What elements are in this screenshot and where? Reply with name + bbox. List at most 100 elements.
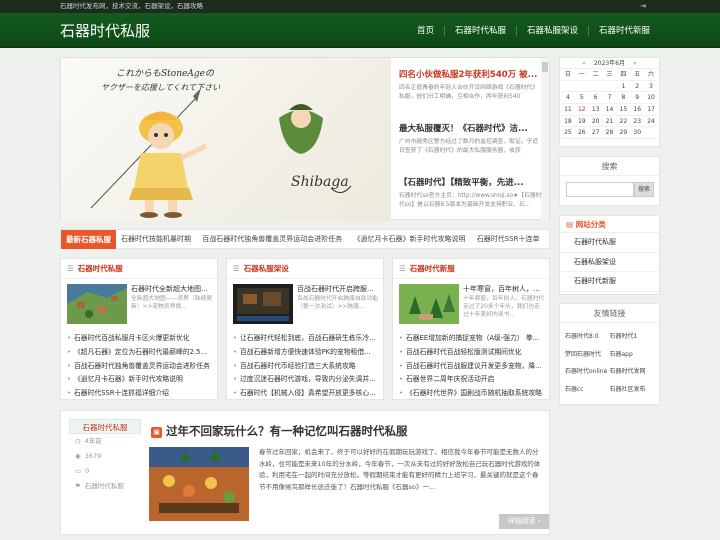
list-item[interactable]: 百战石器新增方便快速体验PK的宠物租借... — [233, 346, 377, 360]
search-button[interactable]: 搜索 — [634, 182, 654, 197]
list-item[interactable]: 《超凡石器》定位为石器时代最巅峰的2.5+... — [67, 346, 211, 360]
friend-link[interactable]: 石器时代8.0 — [565, 328, 610, 346]
category-title[interactable]: 石器时代私服 — [78, 264, 123, 273]
calendar-day[interactable]: 24 — [644, 116, 658, 128]
featured-thumbnail[interactable] — [67, 284, 127, 324]
login-icon[interactable]: ⇥ — [640, 0, 646, 13]
list-item[interactable]: 《石器时代世界》国剧战币随机抽取系统攻略 — [399, 387, 543, 401]
calendar-day[interactable]: 23 — [630, 116, 645, 128]
friend-link[interactable]: 石器时代1 — [610, 328, 655, 346]
site-category-item[interactable]: 石器时代私服 — [560, 233, 659, 253]
featured-post[interactable]: 百战石器时代开启跨服... 百战石器时代开启跨服自助功能（第一次测试）>>跨服.… — [233, 284, 379, 328]
list-item[interactable]: 过度沉迷石器时代游戏，导致内分泌失调并... — [233, 373, 377, 387]
tag-text[interactable]: 石器时代私服 — [85, 482, 124, 490]
ticker-item[interactable]: 石器时代技能机暴时期 — [121, 235, 191, 243]
calendar-day[interactable]: 11 — [561, 104, 575, 116]
slide-item[interactable]: 四名小伙做私服2年获利540万 被... 四名正值青春的年轻人合伙开设网络游戏《… — [399, 58, 543, 112]
calendar-day[interactable]: 6 — [588, 92, 603, 105]
slide-title[interactable]: 四名小伙做私服2年获利540万 被... — [399, 68, 543, 80]
slide-item[interactable]: 【石器时代】【精致平衡，先进... 石器时代so官方主页：http://www.… — [399, 166, 543, 220]
slider-scrollbar[interactable] — [541, 58, 549, 221]
list-item[interactable]: 石器时代SSR十连抓福详细介绍 — [67, 387, 211, 401]
ticker-item[interactable]: 石器时代SSR十连单 — [477, 235, 540, 243]
calendar-day[interactable]: 19 — [574, 116, 589, 128]
calendar-day[interactable]: 10 — [644, 92, 658, 105]
calendar-day[interactable]: 12 — [574, 104, 589, 116]
slide-title[interactable]: 【石器时代】【精致平衡，先进... — [399, 176, 543, 188]
nav-server-setup[interactable]: 石器私服架设 — [515, 25, 588, 36]
calendar-day[interactable]: 28 — [602, 127, 617, 140]
category-header[interactable]: ☰ 石器时代私服 — [61, 259, 217, 279]
friend-link[interactable]: 石器app — [610, 346, 655, 364]
featured-title[interactable]: 十年寒窗，百年树人，... — [463, 284, 545, 294]
calendar-day[interactable]: 22 — [616, 116, 631, 128]
calendar-day[interactable]: 1 — [616, 81, 631, 93]
calendar-day[interactable]: 8 — [616, 92, 631, 105]
calendar-day[interactable]: 18 — [561, 116, 575, 128]
category-title[interactable]: 石器私服架设 — [244, 264, 289, 273]
read-more-button[interactable]: 详细阅读 › — [499, 514, 549, 529]
calendar-day[interactable]: 26 — [574, 127, 589, 140]
calendar-day[interactable]: 27 — [588, 127, 603, 140]
site-category-item[interactable]: 石器时代新服 — [560, 272, 659, 292]
category-header[interactable]: ☰ 石器私服架设 — [227, 259, 383, 279]
category-header[interactable]: ☰ 石器时代新服 — [393, 259, 549, 279]
calendar-day[interactable]: 15 — [616, 104, 631, 116]
calendar-day[interactable]: 16 — [630, 104, 645, 116]
slide-title[interactable]: 最大私服覆灭！《石器时代》洁... — [399, 122, 543, 134]
calendar-day[interactable]: 4 — [561, 92, 575, 105]
calendar-day[interactable]: 25 — [561, 127, 575, 140]
friend-link[interactable]: 梦回石器时代 — [565, 346, 610, 364]
slide-image[interactable]: これからもStoneAgeの ヤクザーを応援してくれて下さい Shibaga — [61, 58, 391, 221]
list-item[interactable]: 《逍忆月卡石器》新手时代攻略说明 — [67, 373, 211, 387]
article-title[interactable]: ▣ 过年不回家玩什么？有一种记忆叫石器时代私服 — [151, 423, 541, 439]
featured-title[interactable]: 石器时代全新超大地图... — [131, 284, 213, 294]
calendar-day[interactable]: 7 — [602, 92, 617, 105]
article-image[interactable] — [149, 447, 249, 521]
nav-private-server[interactable]: 石器时代私服 — [443, 25, 516, 36]
list-item[interactable]: 百战石器时代币经验打造三大系统攻略 — [233, 360, 377, 374]
calendar-day[interactable]: 29 — [616, 127, 631, 140]
search-input[interactable] — [566, 182, 634, 197]
calendar-day[interactable]: 17 — [644, 104, 658, 116]
calendar-day[interactable]: 5 — [574, 92, 589, 105]
category-title[interactable]: 石器时代新服 — [410, 264, 455, 273]
scroll-thumb[interactable] — [542, 62, 548, 72]
site-category-item[interactable]: 石器私服架设 — [560, 253, 659, 272]
nav-home[interactable]: 首页 — [407, 26, 444, 36]
featured-post[interactable]: 石器时代全新超大地图... 全新超大地图——灵界（陆续更新）>>宠物灵界挑... — [67, 284, 213, 328]
featured-post[interactable]: 十年寒窗，百年树人，... 十年寒窗，百年树人。石器时代走过了20多个年头，我们… — [399, 284, 545, 328]
friend-link[interactable]: 石器时代online — [565, 363, 610, 381]
next-month-icon[interactable]: » — [633, 60, 637, 67]
list-item[interactable]: 百战石器时代百战轻松版测试期间优化 — [399, 346, 543, 360]
calendar-day[interactable]: 9 — [630, 92, 645, 105]
prev-month-icon[interactable]: « — [582, 60, 586, 67]
calendar-day[interactable]: 14 — [602, 104, 617, 116]
list-item[interactable]: 石器EE增加新的捕捉宠物（A级-强力） 拳... — [399, 332, 543, 346]
list-item[interactable]: 石器时代百战私服月卡区火爆更新优化 — [67, 332, 211, 346]
calendar-day[interactable]: 2 — [630, 81, 645, 93]
friend-link[interactable]: 石器cc — [565, 381, 610, 399]
calendar-day[interactable]: 21 — [602, 116, 617, 128]
calendar-day[interactable]: 3 — [644, 81, 658, 93]
list-item[interactable]: 石器时代【机械入侵】真希望开放更多核心... — [233, 387, 377, 401]
ticker-item[interactable]: 《逍忆月卡石器》新手时代攻略说明 — [353, 235, 465, 243]
list-item[interactable]: 百战石器时代独角兽覆盖灵界运动会进阶任务 — [67, 360, 211, 374]
featured-thumbnail[interactable] — [399, 284, 459, 324]
ticker-item[interactable]: 百战石器时代独角兽覆盖灵界运动会进阶任务 — [202, 235, 342, 243]
site-logo[interactable]: 石器时代私服 — [60, 20, 150, 41]
list-item[interactable]: 让石器时代轻松到底，百战石器研生栋乐冷为... — [233, 332, 377, 346]
list-item[interactable]: 百战石器时代百战服建议开发更多宠物，降低玩... — [399, 360, 543, 374]
article-title-text[interactable]: 过年不回家玩什么？有一种记忆叫石器时代私服 — [166, 424, 408, 438]
friend-link[interactable]: 石器时代发网 — [610, 363, 655, 381]
nav-new-server[interactable]: 石器时代新服 — [587, 25, 660, 36]
list-item[interactable]: 石器世界二周年庆祝活动开启 — [399, 373, 543, 387]
featured-title[interactable]: 百战石器时代开启跨服... — [297, 284, 379, 294]
article-category[interactable]: 石器时代私服 — [69, 419, 141, 434]
friend-link[interactable]: 石器社区发布 — [610, 381, 655, 399]
calendar-day[interactable]: 13 — [588, 104, 603, 116]
calendar-day[interactable]: 20 — [588, 116, 603, 128]
calendar-day[interactable]: 30 — [630, 127, 645, 140]
featured-thumbnail[interactable] — [233, 284, 293, 324]
slide-item[interactable]: 最大私服覆灭！《石器时代》洁... 广州市越秀区警方经过了数月的监控调查、取证，… — [399, 112, 543, 166]
